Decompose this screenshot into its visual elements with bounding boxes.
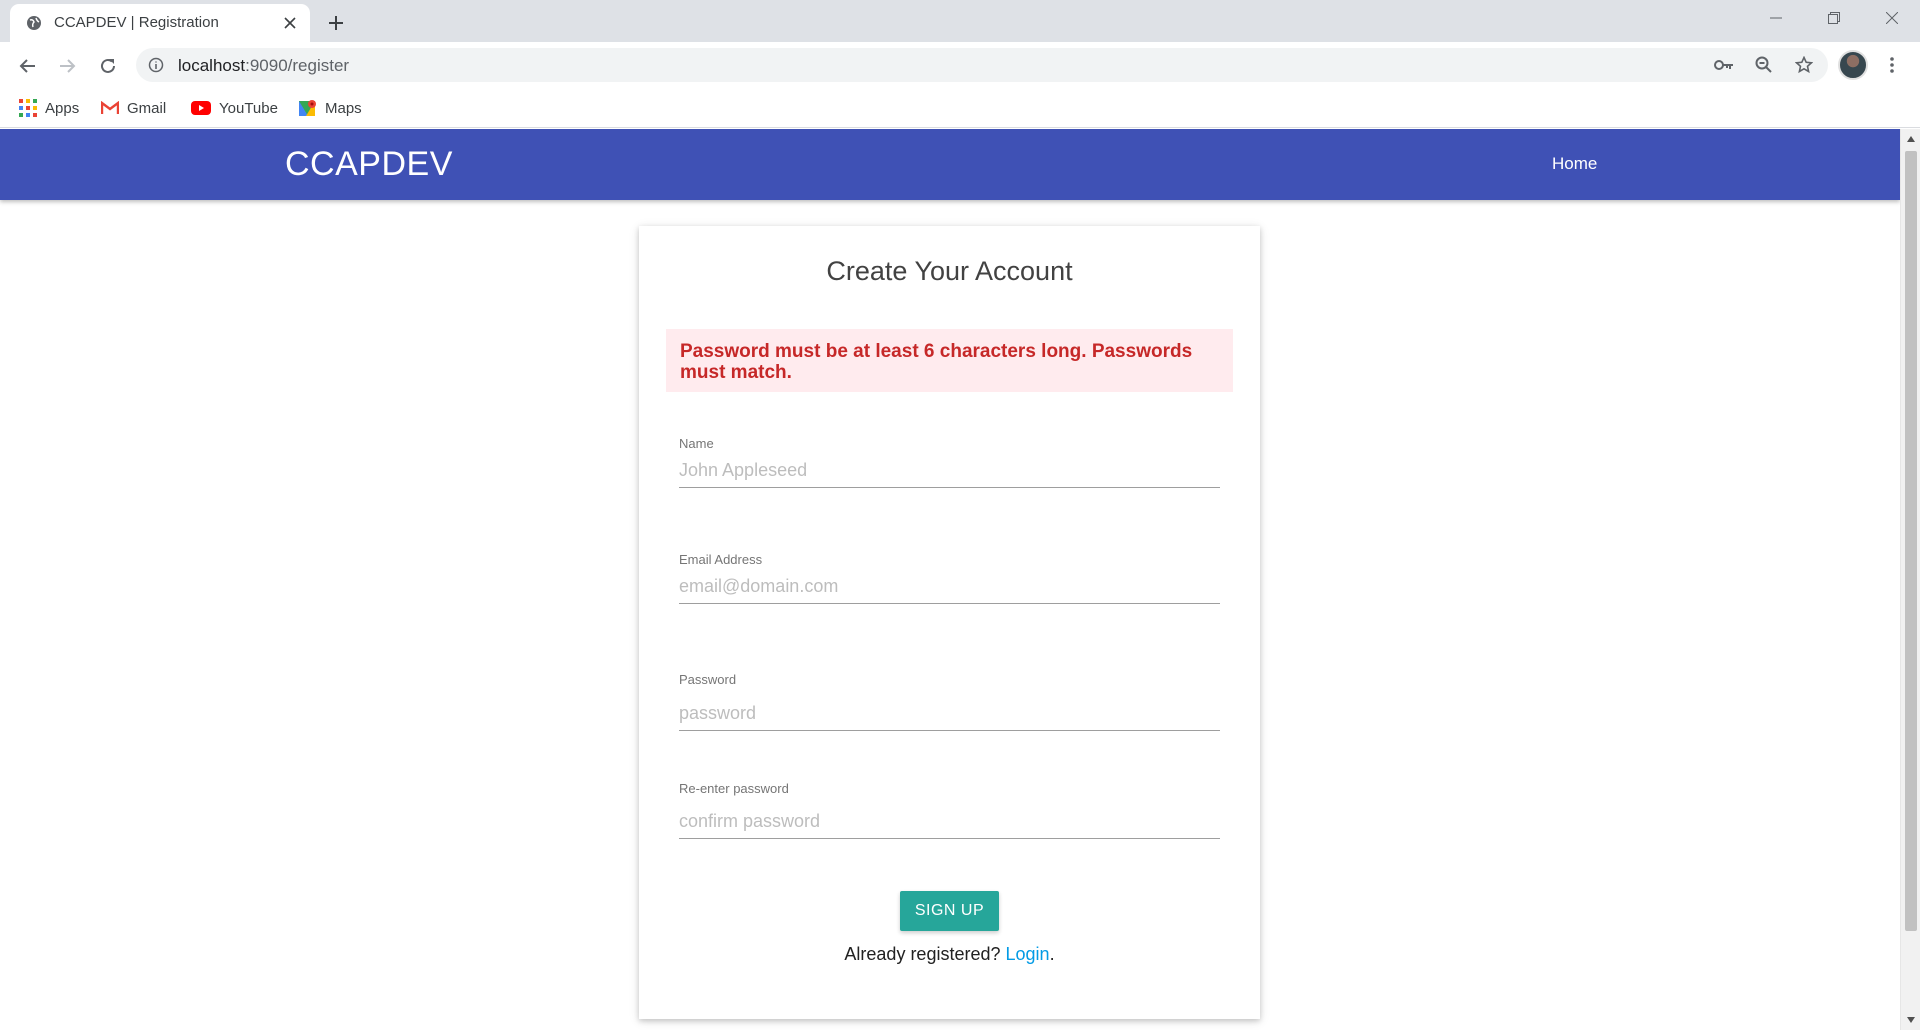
email-label: Email Address bbox=[679, 552, 763, 567]
bookmarks-bar: Apps Gmail YouTube Maps bbox=[0, 88, 1920, 128]
new-tab-icon[interactable] bbox=[322, 9, 350, 37]
site-navbar: CCAPDEV Home bbox=[0, 129, 1900, 200]
confirm-password-input[interactable] bbox=[679, 805, 1220, 839]
minimize-icon[interactable] bbox=[1748, 0, 1804, 36]
brand-logo[interactable]: CCAPDEV bbox=[285, 145, 453, 184]
bookmark-maps[interactable]: Maps bbox=[299, 96, 362, 120]
login-link[interactable]: Login bbox=[1006, 944, 1050, 964]
key-icon[interactable] bbox=[1712, 53, 1736, 77]
bookmark-star-icon[interactable] bbox=[1792, 53, 1816, 77]
close-window-icon[interactable] bbox=[1864, 0, 1920, 36]
nav-home-link[interactable]: Home bbox=[1552, 154, 1597, 174]
reload-icon[interactable] bbox=[92, 50, 124, 82]
gmail-icon bbox=[101, 101, 119, 114]
page-scrollbar[interactable] bbox=[1900, 129, 1920, 1030]
name-label: Name bbox=[679, 436, 714, 451]
password-input[interactable] bbox=[679, 697, 1220, 731]
bookmark-label: YouTube bbox=[219, 99, 278, 117]
url-text[interactable]: localhost:9090/register bbox=[178, 56, 349, 76]
page-title: Create Your Account bbox=[826, 256, 1073, 286]
login-prompt-line: Already registered? Login. bbox=[639, 944, 1260, 965]
youtube-icon bbox=[191, 101, 211, 115]
close-tab-icon[interactable] bbox=[278, 11, 302, 35]
password-label: Password bbox=[679, 672, 737, 687]
bookmark-apps[interactable]: Apps bbox=[19, 96, 79, 120]
error-message: Password must be at least 6 characters l… bbox=[680, 341, 1193, 383]
more-menu-icon[interactable] bbox=[1880, 50, 1904, 80]
back-arrow-icon[interactable] bbox=[12, 50, 44, 82]
bookmark-label: Gmail bbox=[127, 99, 167, 117]
login-suffix: . bbox=[1049, 944, 1055, 964]
register-card: Create Your Account Password must be at … bbox=[639, 226, 1260, 1019]
page-viewport: CCAPDEV Home Create Your Account Passwor… bbox=[0, 129, 1900, 1030]
browser-tab[interactable]: CCAPDEV | Registration bbox=[10, 4, 310, 42]
bookmark-gmail[interactable]: Gmail bbox=[101, 96, 166, 120]
browser-tabstrip: CCAPDEV | Registration bbox=[0, 0, 1920, 42]
bookmark-label: Maps bbox=[325, 99, 362, 117]
bookmark-youtube[interactable]: YouTube bbox=[191, 96, 278, 120]
profile-avatar[interactable] bbox=[1838, 50, 1868, 80]
restore-icon[interactable] bbox=[1806, 0, 1862, 36]
browser-toolbar: localhost:9090/register bbox=[0, 42, 1920, 88]
bookmark-label: Apps bbox=[45, 99, 80, 117]
url-host: localhost bbox=[178, 56, 246, 75]
email-input[interactable] bbox=[679, 570, 1220, 604]
url-path: :9090/register bbox=[245, 56, 350, 75]
error-alert: Password must be at least 6 characters l… bbox=[666, 329, 1233, 392]
sign-up-button[interactable]: SIGN UP bbox=[900, 891, 999, 931]
site-info-icon[interactable] bbox=[148, 57, 164, 73]
tab-title: CCAPDEV | Registration bbox=[54, 14, 219, 31]
apps-grid-icon bbox=[19, 99, 37, 117]
scroll-up-arrow-icon[interactable] bbox=[1901, 131, 1920, 147]
maps-icon bbox=[299, 100, 316, 116]
confirm-password-label: Re-enter password bbox=[679, 781, 789, 796]
scroll-down-arrow-icon[interactable] bbox=[1901, 1012, 1920, 1028]
forward-arrow-icon[interactable] bbox=[51, 50, 83, 82]
address-bar[interactable]: localhost:9090/register bbox=[136, 48, 1828, 82]
scrollbar-thumb[interactable] bbox=[1905, 151, 1917, 931]
zoom-out-icon[interactable] bbox=[1752, 53, 1776, 77]
login-prompt: Already registered? bbox=[844, 944, 1001, 964]
name-input[interactable] bbox=[679, 454, 1220, 488]
globe-icon bbox=[26, 15, 42, 31]
